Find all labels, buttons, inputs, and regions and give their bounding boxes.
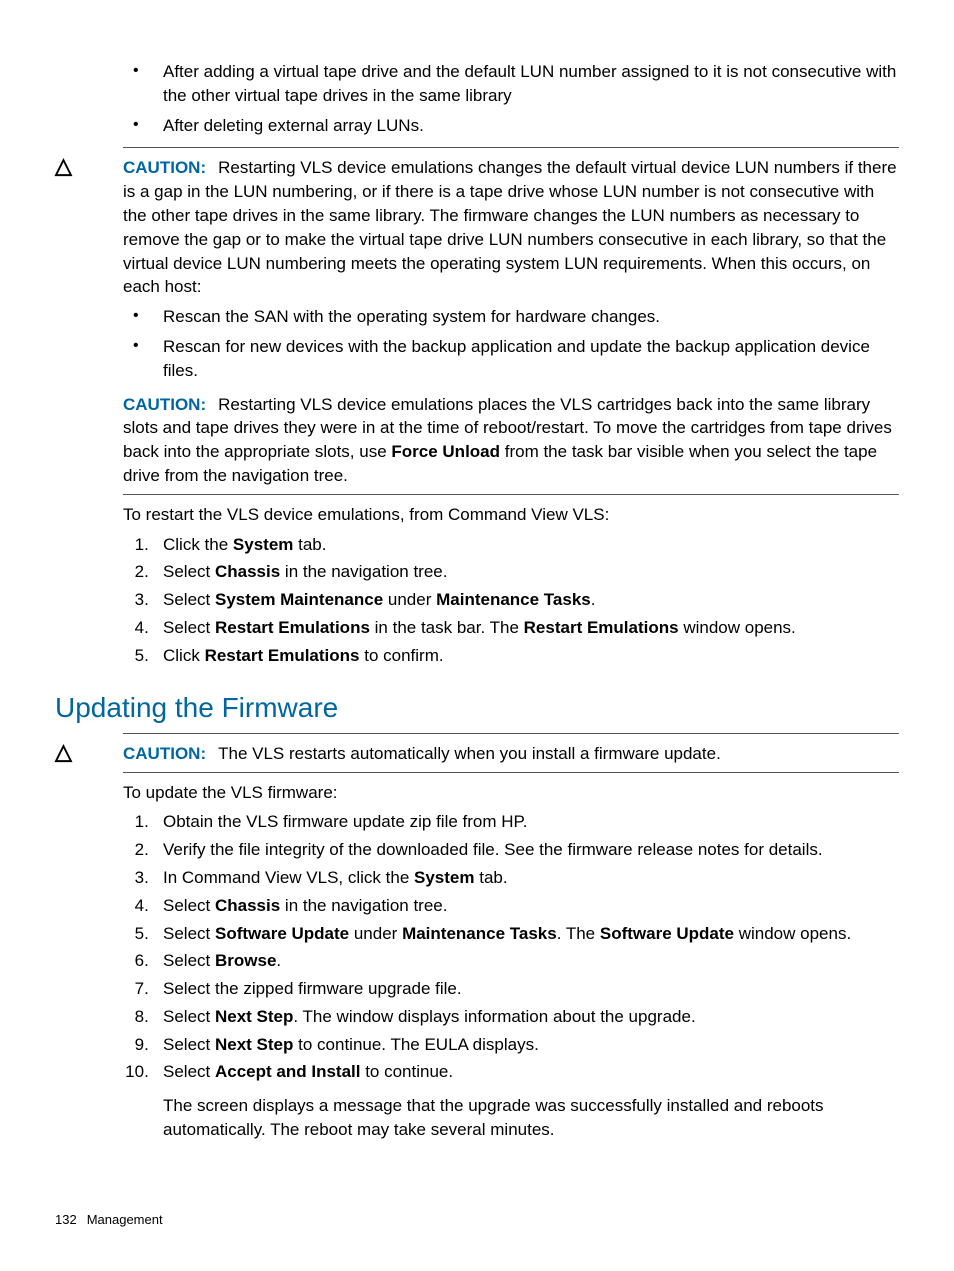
list-item: Rescan the SAN with the operating system… xyxy=(163,305,899,329)
caution-text: CAUTION:Restarting VLS device emulations… xyxy=(123,156,899,299)
list-item: After adding a virtual tape drive and th… xyxy=(163,60,899,108)
step-text: Select xyxy=(163,1035,215,1054)
step-text: in the task bar. The xyxy=(370,618,524,637)
system-tab-term: System xyxy=(414,868,474,887)
caution-bullet-list: Rescan the SAN with the operating system… xyxy=(123,305,899,382)
step-followup-text: The screen displays a message that the u… xyxy=(163,1094,899,1142)
force-unload-term: Force Unload xyxy=(391,442,500,461)
system-tab-term: System xyxy=(233,535,293,554)
software-update-term: Software Update xyxy=(600,924,734,943)
list-item: Click the System tab. xyxy=(163,533,899,557)
next-step-term: Next Step xyxy=(215,1035,293,1054)
list-item: Verify the file integrity of the downloa… xyxy=(163,838,899,862)
step-text: to continue. The EULA displays. xyxy=(293,1035,538,1054)
step-text: . The window displays information about … xyxy=(293,1007,695,1026)
list-item: Select Chassis in the navigation tree. xyxy=(163,894,899,918)
step-text: under xyxy=(349,924,402,943)
step-text: in the navigation tree. xyxy=(280,562,447,581)
divider xyxy=(123,772,899,773)
restart-steps-list: Click the System tab. Select Chassis in … xyxy=(123,533,899,668)
step-text: Click the xyxy=(163,535,233,554)
divider xyxy=(123,494,899,495)
warning-triangle-icon: △ xyxy=(55,151,72,182)
step-text: window opens. xyxy=(734,924,851,943)
caution-text: CAUTION: The VLS restarts automatically w… xyxy=(123,742,899,766)
step-text: window opens. xyxy=(679,618,796,637)
update-steps-list: Obtain the VLS firmware update zip file … xyxy=(123,810,899,1142)
list-item: Rescan for new devices with the backup a… xyxy=(163,335,899,383)
restart-emulations-term: Restart Emulations xyxy=(205,646,360,665)
step-text: In Command View VLS, click the xyxy=(163,868,414,887)
caution-label: CAUTION: xyxy=(123,158,206,177)
list-item: After deleting external array LUNs. xyxy=(163,114,899,138)
list-item: Select Browse. xyxy=(163,949,899,973)
browse-term: Browse xyxy=(215,951,276,970)
divider xyxy=(123,733,899,734)
page-number: 132 xyxy=(55,1212,77,1227)
intro-bullet-list: After adding a virtual tape drive and th… xyxy=(123,60,899,137)
step-text: Select xyxy=(163,590,215,609)
list-item: In Command View VLS, click the System ta… xyxy=(163,866,899,890)
caution-label: CAUTION: xyxy=(123,744,206,763)
step-text: to confirm. xyxy=(360,646,444,665)
step-text: Select xyxy=(163,1062,215,1081)
page-footer: 132 Management xyxy=(55,1211,163,1229)
step-text: to continue. xyxy=(360,1062,453,1081)
step-text: Select xyxy=(163,896,215,915)
list-item: Obtain the VLS firmware update zip file … xyxy=(163,810,899,834)
caution-text: CAUTION:Restarting VLS device emulations… xyxy=(123,393,899,488)
maintenance-tasks-term: Maintenance Tasks xyxy=(436,590,591,609)
restart-intro: To restart the VLS device emulations, fr… xyxy=(123,503,899,527)
list-item: Select System Maintenance under Maintena… xyxy=(163,588,899,612)
step-text: Select xyxy=(163,562,215,581)
caution-block-lun: △ CAUTION:Restarting VLS device emulatio… xyxy=(123,147,899,494)
step-text: in the navigation tree. xyxy=(280,896,447,915)
step-text: Select xyxy=(163,951,215,970)
list-item: Click Restart Emulations to confirm. xyxy=(163,644,899,668)
list-item: Select Chassis in the navigation tree. xyxy=(163,560,899,584)
caution-body: The VLS restarts automatically when you … xyxy=(218,744,721,763)
caution-block-firmware: △ CAUTION:The VLS restarts automatically… xyxy=(123,733,899,773)
footer-section: Management xyxy=(87,1212,163,1227)
next-step-term: Next Step xyxy=(215,1007,293,1026)
step-text: tab. xyxy=(475,868,508,887)
maintenance-tasks-term: Maintenance Tasks xyxy=(402,924,557,943)
step-text: under xyxy=(383,590,436,609)
step-text: Select xyxy=(163,618,215,637)
body-content: After adding a virtual tape drive and th… xyxy=(123,60,899,1142)
update-intro: To update the VLS firmware: xyxy=(123,781,899,805)
step-text: Select xyxy=(163,924,215,943)
step-text: . xyxy=(591,590,596,609)
step-text: . The xyxy=(557,924,600,943)
chassis-term: Chassis xyxy=(215,562,280,581)
accept-install-term: Accept and Install xyxy=(215,1062,360,1081)
step-text: . xyxy=(276,951,281,970)
list-item: Select Next Step to continue. The EULA d… xyxy=(163,1033,899,1057)
list-item: Select Restart Emulations in the task ba… xyxy=(163,616,899,640)
chassis-term: Chassis xyxy=(215,896,280,915)
list-item: Select Next Step. The window displays in… xyxy=(163,1005,899,1029)
divider xyxy=(123,147,899,148)
restart-emulations-term: Restart Emulations xyxy=(215,618,370,637)
list-item: Select the zipped firmware upgrade file. xyxy=(163,977,899,1001)
step-text: tab. xyxy=(293,535,326,554)
caution-body: Restarting VLS device emulations changes… xyxy=(123,158,897,296)
warning-triangle-icon: △ xyxy=(55,737,72,768)
updating-firmware-heading: Updating the Firmware xyxy=(55,688,899,727)
list-item: Select Accept and Install to continue. T… xyxy=(163,1060,899,1141)
system-maintenance-term: System Maintenance xyxy=(215,590,383,609)
software-update-term: Software Update xyxy=(215,924,349,943)
page-container: After adding a virtual tape drive and th… xyxy=(0,0,954,1271)
list-item: Select Software Update under Maintenance… xyxy=(163,922,899,946)
step-text: Click xyxy=(163,646,205,665)
caution-label: CAUTION: xyxy=(123,395,206,414)
restart-emulations-term: Restart Emulations xyxy=(524,618,679,637)
step-text: Select xyxy=(163,1007,215,1026)
